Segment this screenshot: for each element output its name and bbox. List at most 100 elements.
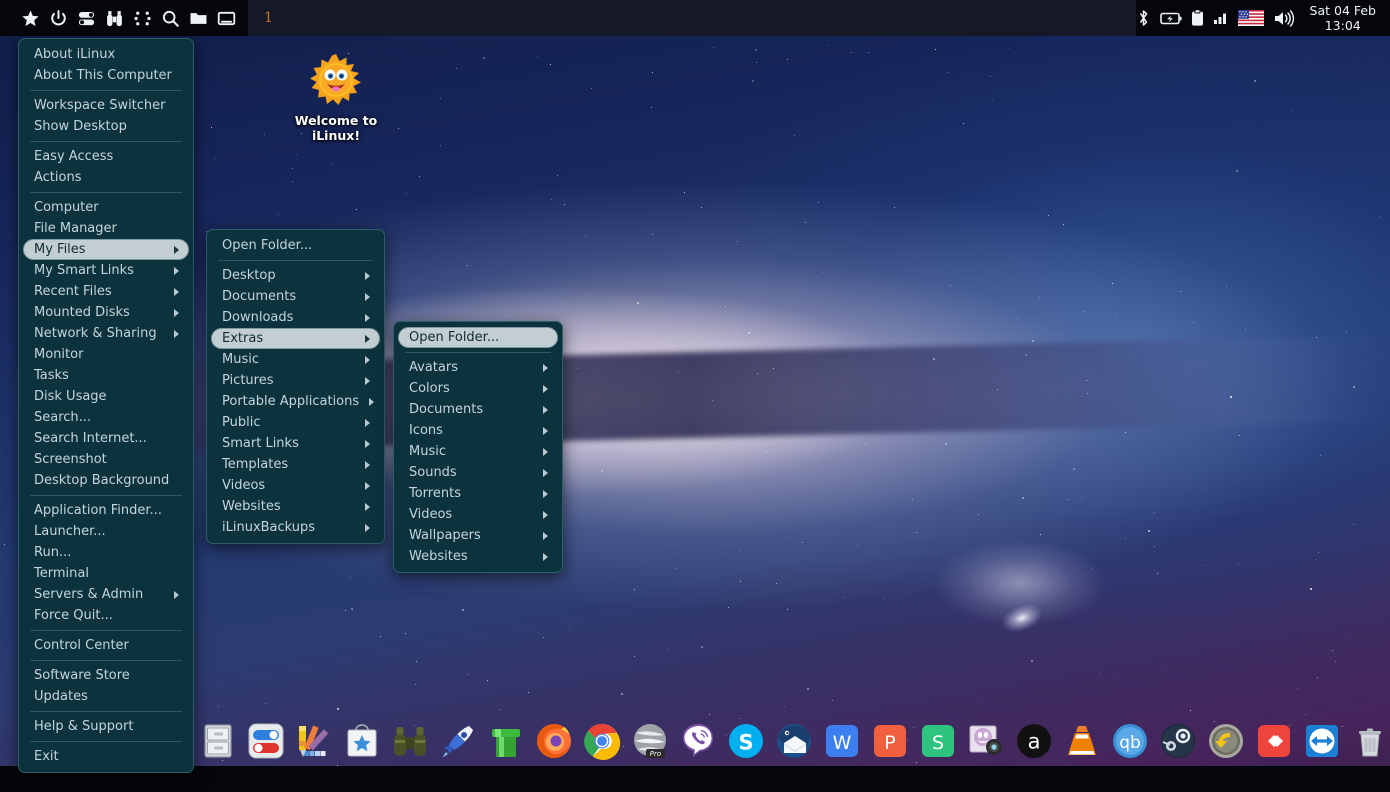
bluetooth-icon[interactable]: [1136, 9, 1151, 27]
folder-icon[interactable]: [184, 0, 212, 36]
menu-item-search[interactable]: Search...: [23, 407, 189, 428]
menu-item-websites[interactable]: Websites: [398, 546, 558, 567]
dock-item-thunderbird[interactable]: [772, 719, 816, 763]
menu-item-downloads[interactable]: Downloads: [211, 307, 380, 328]
menu-item-software-store[interactable]: Software Store: [23, 665, 189, 686]
menu-item-about-ilinux[interactable]: About iLinux: [23, 44, 189, 65]
clock[interactable]: Sat 04 Feb 13:04: [1304, 3, 1380, 33]
dock-item-amazon[interactable]: a: [1012, 719, 1056, 763]
menu-item-pictures[interactable]: Pictures: [211, 370, 380, 391]
binoculars-icon[interactable]: [100, 0, 128, 36]
menu-item-actions[interactable]: Actions: [23, 167, 189, 188]
search-icon[interactable]: [156, 0, 184, 36]
show-desktop-icon[interactable]: [212, 0, 240, 36]
menu-item-videos[interactable]: Videos: [211, 475, 380, 496]
menu-item-servers-and-admin[interactable]: Servers & Admin: [23, 584, 189, 605]
menu-item-public[interactable]: Public: [211, 412, 380, 433]
dock-item-chrome[interactable]: [580, 719, 624, 763]
menu-item-desktop-background[interactable]: Desktop Background: [23, 470, 189, 491]
dock-item-anydesk[interactable]: [1252, 719, 1296, 763]
menu-item-application-finder[interactable]: Application Finder...: [23, 500, 189, 521]
dock-item-file-cabinet[interactable]: [196, 719, 240, 763]
menu-item-recent-files[interactable]: Recent Files: [23, 281, 189, 302]
menu-item-easy-access[interactable]: Easy Access: [23, 146, 189, 167]
menu-item-music[interactable]: Music: [398, 441, 558, 462]
dock-item-vlc[interactable]: [1060, 719, 1104, 763]
signal-strength-icon[interactable]: [1213, 11, 1229, 25]
dock-item-toggles[interactable]: [244, 719, 288, 763]
dock-item-opera-pro[interactable]: Pro: [628, 719, 672, 763]
menu-item-smart-links[interactable]: Smart Links: [211, 433, 380, 454]
power-icon[interactable]: [44, 0, 72, 36]
dock-item-color-palette[interactable]: [292, 719, 336, 763]
dock-item-qbittorrent[interactable]: qb: [1108, 719, 1152, 763]
menu-item-avatars[interactable]: Avatars: [398, 357, 558, 378]
dock-item-rocket[interactable]: [436, 719, 480, 763]
desktop-icon-welcome[interactable]: Welcome to iLinux!: [288, 52, 384, 143]
dock-item-viber[interactable]: [676, 719, 720, 763]
us-flag-icon[interactable]: [1237, 10, 1264, 26]
menu-item-sounds[interactable]: Sounds: [398, 462, 558, 483]
workspace-switcher[interactable]: 1: [248, 0, 1136, 36]
menu-item-network-and-sharing[interactable]: Network & Sharing: [23, 323, 189, 344]
app-grid-icon[interactable]: [128, 0, 156, 36]
menu-item-documents[interactable]: Documents: [211, 286, 380, 307]
dock-item-wps-writer[interactable]: W: [820, 719, 864, 763]
workspace-number[interactable]: 1: [248, 10, 273, 26]
menu-item-monitor[interactable]: Monitor: [23, 344, 189, 365]
menu-item-show-desktop[interactable]: Show Desktop: [23, 116, 189, 137]
menu-item-templates[interactable]: Templates: [211, 454, 380, 475]
menu-item-my-smart-links[interactable]: My Smart Links: [23, 260, 189, 281]
favorites-star-icon[interactable]: [16, 0, 44, 36]
menu-item-tasks[interactable]: Tasks: [23, 365, 189, 386]
menu-item-disk-usage[interactable]: Disk Usage: [23, 386, 189, 407]
volume-icon[interactable]: [1273, 9, 1295, 27]
menu-item-colors[interactable]: Colors: [398, 378, 558, 399]
menu-item-icons[interactable]: Icons: [398, 420, 558, 441]
menu-item-computer[interactable]: Computer: [23, 197, 189, 218]
menu-item-ilinuxbackups[interactable]: iLinuxBackups: [211, 517, 380, 538]
menu-item-screenshot[interactable]: Screenshot: [23, 449, 189, 470]
menu-item-open-folder[interactable]: Open Folder...: [398, 327, 558, 348]
menu-item-control-center[interactable]: Control Center: [23, 635, 189, 656]
menu-item-wallpapers[interactable]: Wallpapers: [398, 525, 558, 546]
dock-item-software-store[interactable]: [340, 719, 384, 763]
dock-item-timeshift[interactable]: [1204, 719, 1248, 763]
menu-item-file-manager[interactable]: File Manager: [23, 218, 189, 239]
menu-item-videos[interactable]: Videos: [398, 504, 558, 525]
menu-item-updates[interactable]: Updates: [23, 686, 189, 707]
menu-item-open-folder[interactable]: Open Folder...: [211, 235, 380, 256]
extras-submenu[interactable]: Open Folder... Avatars Colors Documents Icon…: [393, 321, 563, 573]
menu-item-torrents[interactable]: Torrents: [398, 483, 558, 504]
menu-item-help-and-support[interactable]: Help & Support: [23, 716, 189, 737]
menu-item-music[interactable]: Music: [211, 349, 380, 370]
menu-item-extras[interactable]: Extras: [211, 328, 380, 349]
main-menu[interactable]: About iLinux About This Computer Workspace…: [18, 38, 194, 773]
menu-item-exit[interactable]: Exit: [23, 746, 189, 767]
dock-item-green-pipe[interactable]: [484, 719, 528, 763]
dock-item-wps-spreadsheet[interactable]: S: [916, 719, 960, 763]
dock-item-binoculars[interactable]: [388, 719, 432, 763]
menu-item-websites[interactable]: Websites: [211, 496, 380, 517]
menu-item-workspace-switcher[interactable]: Workspace Switcher: [23, 95, 189, 116]
dock-item-teamviewer[interactable]: [1300, 719, 1344, 763]
menu-item-about-this-computer[interactable]: About This Computer: [23, 65, 189, 86]
menu-item-mounted-disks[interactable]: Mounted Disks: [23, 302, 189, 323]
battery-icon[interactable]: [1159, 11, 1182, 26]
menu-item-desktop[interactable]: Desktop: [211, 265, 380, 286]
dock-item-steam[interactable]: [1156, 719, 1200, 763]
dock-item-skype[interactable]: S: [724, 719, 768, 763]
dock-item-wps-presentation[interactable]: P: [868, 719, 912, 763]
menu-item-my-files[interactable]: My Files: [23, 239, 189, 260]
dock-item-firefox[interactable]: [532, 719, 576, 763]
my-files-submenu[interactable]: Open Folder... Desktop Documents Downloads E…: [206, 229, 385, 544]
menu-item-portable-applications[interactable]: Portable Applications: [211, 391, 380, 412]
menu-item-terminal[interactable]: Terminal: [23, 563, 189, 584]
menu-item-run[interactable]: Run...: [23, 542, 189, 563]
menu-item-launcher[interactable]: Launcher...: [23, 521, 189, 542]
toggles-icon[interactable]: [72, 0, 100, 36]
dock-item-trash[interactable]: [1348, 719, 1390, 763]
menu-item-documents[interactable]: Documents: [398, 399, 558, 420]
menu-item-force-quit[interactable]: Force Quit...: [23, 605, 189, 626]
menu-item-search-internet[interactable]: Search Internet...: [23, 428, 189, 449]
